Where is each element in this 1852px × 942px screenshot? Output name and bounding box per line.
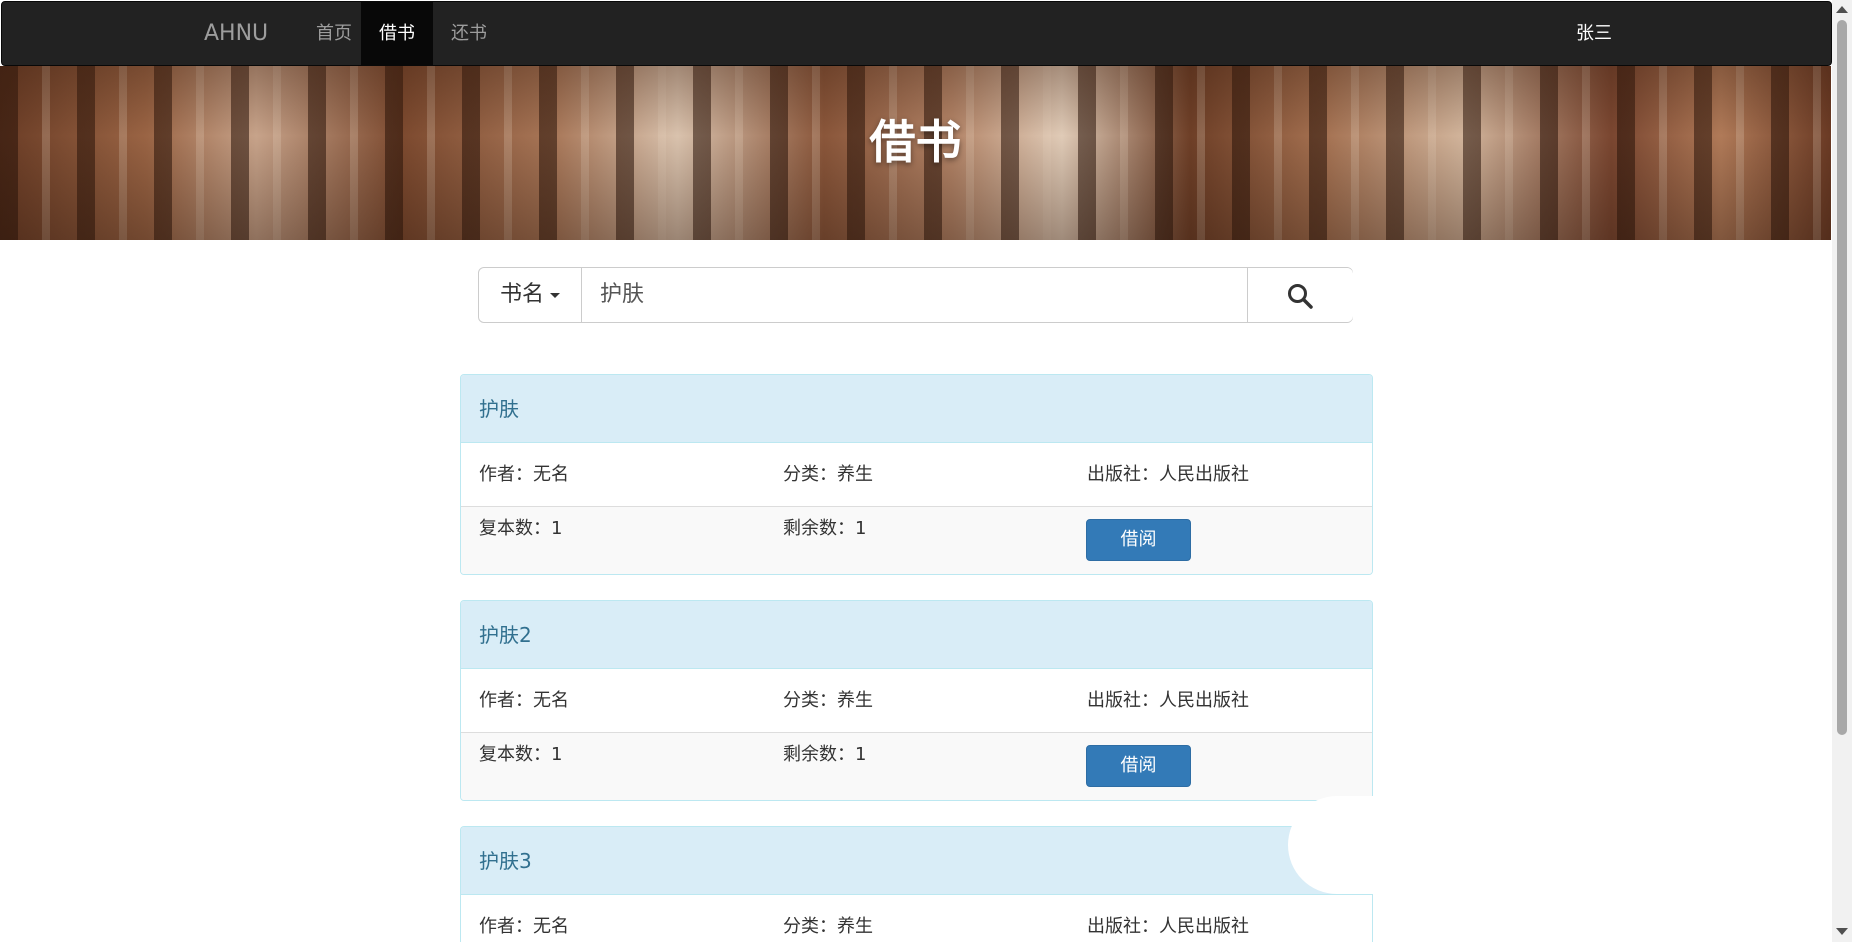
scroll-up-icon[interactable] [1836, 6, 1848, 13]
book-panel: 护肤2 作者：无名 分类：养生 出版社：人民出版社 复本数：1 剩余数：1 借阅 [460, 600, 1373, 801]
book-author: 作者：无名 [479, 895, 569, 942]
book-panel: 护肤 作者：无名 分类：养生 出版社：人民出版社 复本数：1 剩余数：1 借阅 [460, 374, 1373, 575]
search-icon [1286, 282, 1314, 310]
search-bar: 书名 [478, 267, 1353, 323]
borrow-button[interactable]: 借阅 [1086, 745, 1191, 787]
book-title: 护肤3 [461, 827, 1372, 895]
book-category: 分类：养生 [783, 443, 873, 507]
nav-user-name[interactable]: 张三 [1576, 2, 1612, 65]
nav-item-home[interactable]: 首页 [303, 2, 365, 65]
book-stock-row: 复本数：1 剩余数：1 借阅 [461, 507, 1372, 575]
book-remaining: 剩余数：1 [783, 743, 866, 767]
scroll-down-icon[interactable] [1836, 928, 1848, 935]
hero-banner: 借书 [0, 66, 1831, 240]
book-info-row: 作者：无名 分类：养生 出版社：人民出版社 [461, 443, 1372, 507]
navbar-brand[interactable]: AHNU [204, 2, 268, 65]
page-title: 借书 [0, 66, 1831, 240]
book-author: 作者：无名 [479, 669, 569, 733]
search-button[interactable] [1247, 268, 1353, 322]
search-type-dropdown[interactable]: 书名 [479, 268, 582, 322]
book-info-row: 作者：无名 分类：养生 出版社：人民出版社 [461, 895, 1372, 942]
book-category: 分类：养生 [783, 895, 873, 942]
borrow-button[interactable]: 借阅 [1086, 519, 1191, 561]
floating-overlay [1288, 796, 1378, 894]
top-navbar: AHNU 首页 借书 还书 张三 [1, 1, 1832, 66]
book-publisher: 出版社：人民出版社 [1087, 443, 1249, 507]
book-panel: 护肤3 作者：无名 分类：养生 出版社：人民出版社 [460, 826, 1373, 942]
search-input[interactable] [582, 268, 1247, 322]
book-title: 护肤 [461, 375, 1372, 443]
nav-item-borrow[interactable]: 借书 [361, 2, 433, 65]
book-author: 作者：无名 [479, 443, 569, 507]
book-info-row: 作者：无名 分类：养生 出版社：人民出版社 [461, 669, 1372, 733]
book-remaining: 剩余数：1 [783, 517, 866, 541]
book-publisher: 出版社：人民出版社 [1087, 895, 1249, 942]
search-type-label: 书名 [500, 282, 544, 307]
book-publisher: 出版社：人民出版社 [1087, 669, 1249, 733]
book-title: 护肤2 [461, 601, 1372, 669]
book-category: 分类：养生 [783, 669, 873, 733]
nav-item-return[interactable]: 还书 [433, 2, 505, 65]
book-stock-row: 复本数：1 剩余数：1 借阅 [461, 733, 1372, 801]
scrollbar-thumb[interactable] [1837, 20, 1847, 735]
caret-down-icon [550, 293, 560, 298]
book-copies: 复本数：1 [479, 517, 562, 541]
book-copies: 复本数：1 [479, 743, 562, 767]
